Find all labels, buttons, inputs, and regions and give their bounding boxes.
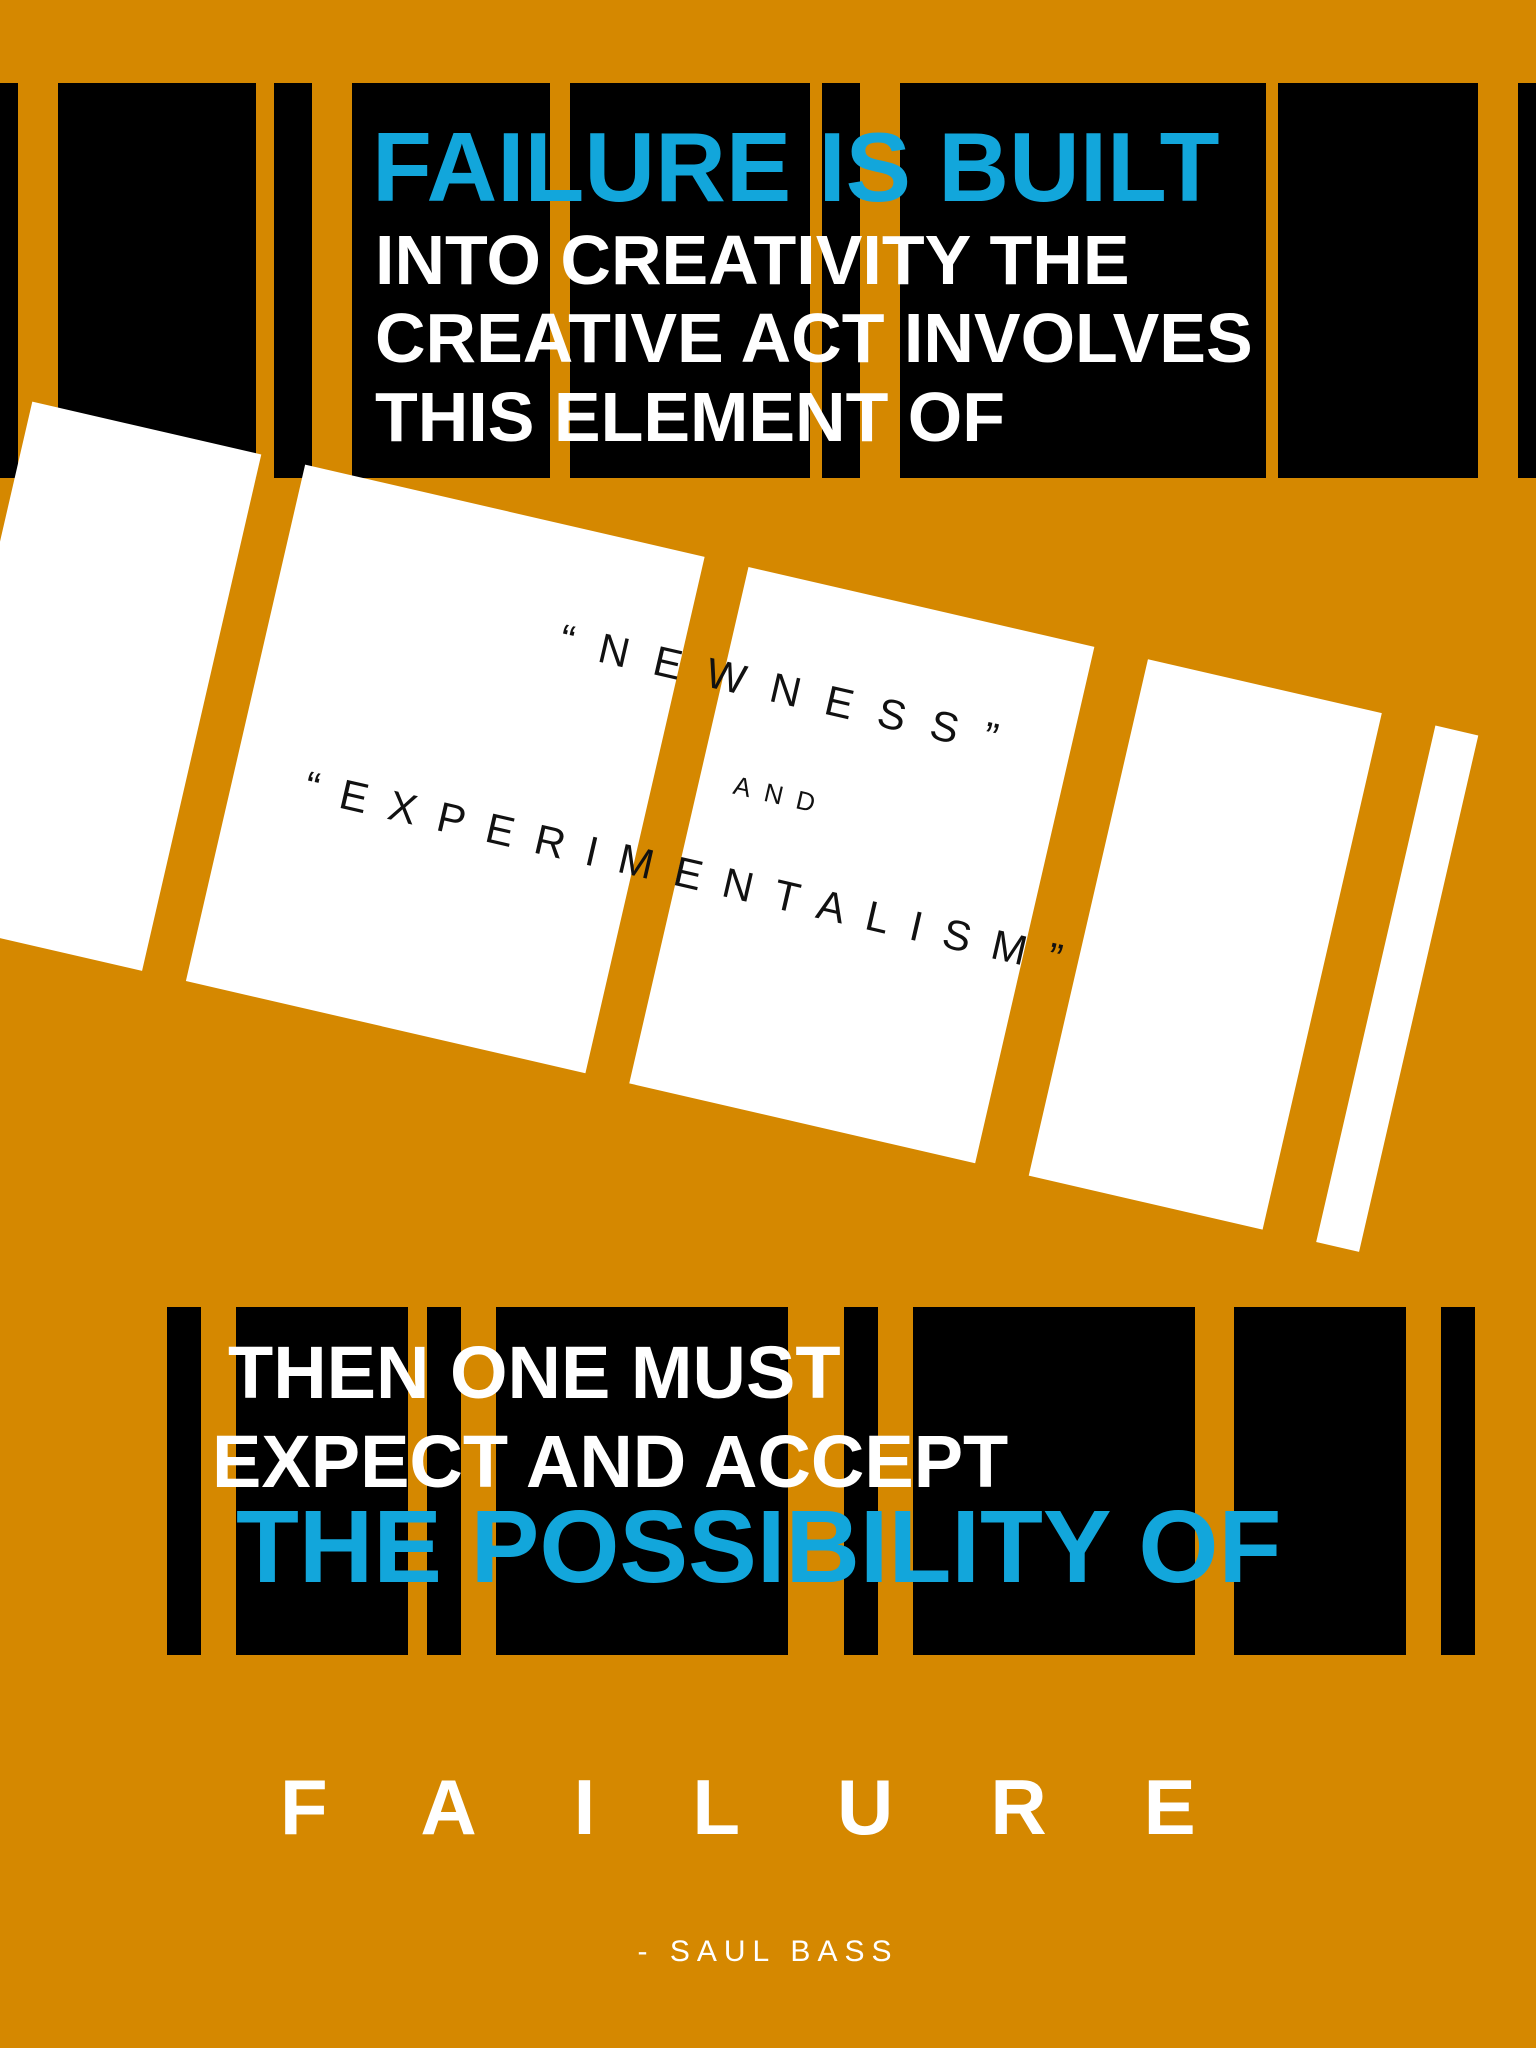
headline-bottom: THE POSSIBILITY OF (236, 1489, 1282, 1604)
barcode-bar (1441, 1307, 1475, 1655)
final-word: FAILURE (280, 1763, 1293, 1851)
outro-line: THEN ONE MUST (228, 1331, 841, 1414)
quote-conjunction: AND (730, 770, 832, 822)
outro-line: EXPECT AND ACCEPT (212, 1420, 1009, 1503)
attribution: - SAUL BASS (637, 1935, 899, 1968)
quote-poster: FAILURE IS BUILT INTO CREATIVITY THE CRE… (0, 0, 1536, 2048)
quote-block: “NEWNESS” AND “EXPERIMENTALISM” (0, 0, 1536, 2048)
quote-word-experimentalism: “EXPERIMENTALISM” (300, 762, 1089, 988)
barcode-bar (167, 1307, 201, 1655)
quote-word-newness: “NEWNESS” (555, 615, 1028, 768)
